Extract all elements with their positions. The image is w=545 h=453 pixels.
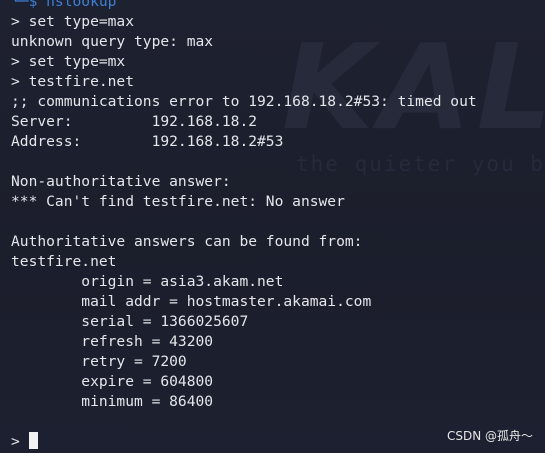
- terminal-line: Authoritative answers can be found from:: [11, 233, 363, 250]
- terminal-window[interactable]: KALI the quieter you become └─$ nslookup…: [0, 0, 545, 453]
- terminal-line: minimum = 86400: [11, 393, 214, 410]
- terminal-line: expire = 604800: [11, 373, 214, 390]
- text-cursor[interactable]: [28, 432, 38, 449]
- terminal-line: ;; communications error to 192.168.18.2#…: [11, 93, 477, 110]
- terminal-line: Non-authoritative answer:: [11, 173, 231, 190]
- terminal-line: testfire.net: [11, 253, 117, 270]
- terminal-line: > set type=max: [11, 13, 135, 30]
- terminal-line: Server: 192.168.18.2: [11, 113, 258, 130]
- terminal-line: refresh = 43200: [11, 333, 214, 350]
- terminal-line: serial = 1366025607: [11, 313, 249, 330]
- shell-prompt-line: └─$ nslookup: [11, 0, 117, 10]
- terminal-line: mail addr = hostmaster.akamai.com: [11, 293, 372, 310]
- terminal-line: retry = 7200: [11, 353, 187, 370]
- terminal-line: origin = asia3.akam.net: [11, 273, 284, 290]
- active-prompt: >: [11, 433, 29, 450]
- terminal-line: > testfire.net: [11, 73, 135, 90]
- terminal-line: Address: 192.168.18.2#53: [11, 133, 284, 150]
- csdn-credit-watermark: CSDN @孤舟～: [446, 429, 533, 443]
- active-prompt-line[interactable]: >: [11, 432, 477, 452]
- terminal-output: └─$ nslookup > set type=max unknown quer…: [11, 0, 477, 452]
- terminal-line: > set type=mx: [11, 53, 126, 70]
- terminal-line: unknown query type: max: [11, 33, 214, 50]
- terminal-line: *** Can't find testfire.net: No answer: [11, 193, 345, 210]
